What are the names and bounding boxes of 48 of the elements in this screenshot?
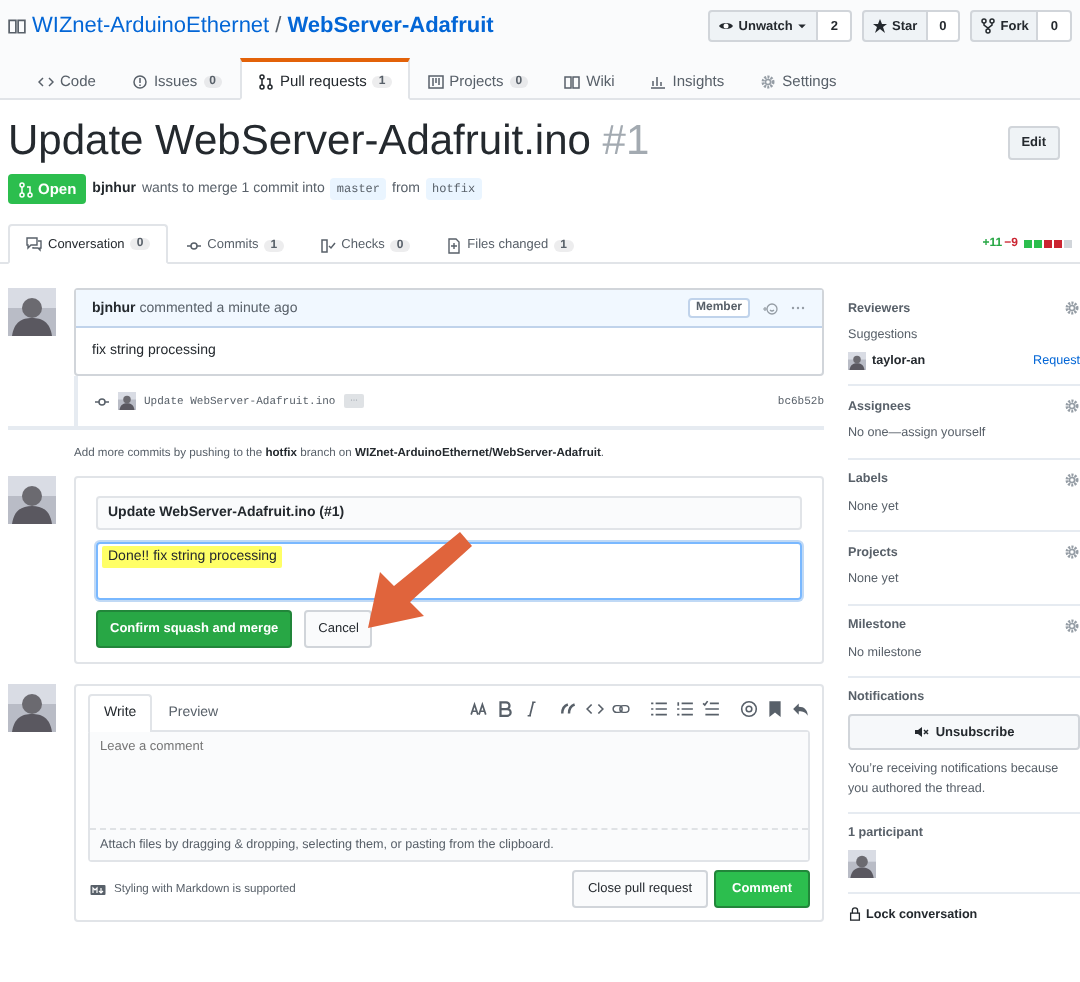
avatar[interactable] xyxy=(8,476,56,524)
settings-icon[interactable] xyxy=(1064,544,1080,561)
text-size-icon[interactable] xyxy=(470,700,488,718)
lock-icon xyxy=(848,906,862,923)
avatar[interactable] xyxy=(8,288,56,336)
settings-icon xyxy=(760,73,777,89)
task-list-icon[interactable] xyxy=(702,700,720,718)
checks-icon xyxy=(319,237,336,253)
link-icon[interactable] xyxy=(612,700,630,718)
avatar[interactable] xyxy=(118,392,136,410)
markdown-icon xyxy=(88,881,108,897)
settings-icon[interactable] xyxy=(1064,471,1080,488)
commit-icon xyxy=(94,393,110,409)
avatar[interactable] xyxy=(848,352,866,371)
issue-icon xyxy=(131,73,148,89)
comment-icon xyxy=(26,236,42,252)
avatar[interactable] xyxy=(8,684,56,732)
book-icon xyxy=(8,16,26,36)
settings-icon[interactable] xyxy=(1064,617,1080,634)
book-icon xyxy=(564,73,581,89)
repo-owner-link[interactable]: WIZnet-ArduinoEthernet xyxy=(32,14,270,38)
pull-request-icon xyxy=(257,73,274,89)
settings-icon[interactable] xyxy=(1064,398,1080,415)
quote-icon[interactable] xyxy=(560,700,578,718)
pr-title: Update WebServer-Adafruit.ino #1 xyxy=(8,118,650,166)
bold-icon[interactable] xyxy=(496,700,514,718)
participant-avatar[interactable] xyxy=(848,850,876,879)
graph-icon xyxy=(650,73,667,89)
project-board-icon xyxy=(427,73,444,89)
italic-icon[interactable] xyxy=(522,700,540,718)
eye-icon xyxy=(718,18,735,34)
code-icon xyxy=(38,73,54,89)
commit-icon xyxy=(185,237,202,253)
file-diff-icon xyxy=(445,237,462,253)
repo-name-link[interactable]: WebServer-Adafruit xyxy=(287,14,494,38)
pull-request-icon xyxy=(18,181,34,197)
mention-icon[interactable] xyxy=(740,700,758,718)
bookmark-icon[interactable] xyxy=(766,700,784,718)
bullet-list-icon[interactable] xyxy=(650,700,668,718)
mute-icon xyxy=(913,724,930,741)
settings-icon[interactable] xyxy=(1064,300,1080,316)
star-icon xyxy=(872,18,888,34)
reply-icon[interactable] xyxy=(792,700,810,718)
code-icon[interactable] xyxy=(586,700,604,718)
fork-icon xyxy=(980,18,997,34)
numbered-list-icon[interactable] xyxy=(676,700,694,718)
path-separator: / xyxy=(275,14,282,38)
caret-icon xyxy=(796,20,809,32)
